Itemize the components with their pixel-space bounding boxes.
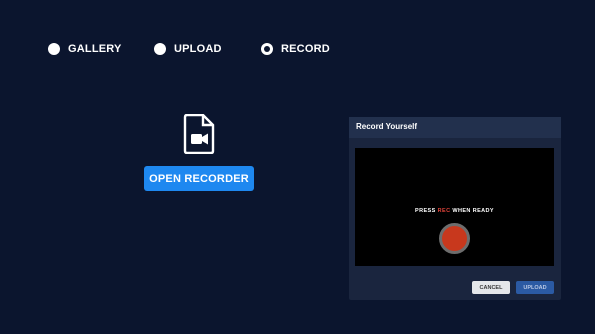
radio-upload-indicator[interactable] <box>154 43 166 55</box>
panel-title: Record Yourself <box>349 117 561 138</box>
video-file-icon <box>183 114 215 154</box>
radio-record[interactable]: RECORD <box>261 43 330 55</box>
radio-upload-label[interactable]: UPLOAD <box>174 43 222 55</box>
radio-upload[interactable]: UPLOAD <box>154 43 222 55</box>
radio-record-label[interactable]: RECORD <box>281 43 330 55</box>
open-recorder-button[interactable]: OPEN RECORDER <box>144 166 254 191</box>
camera-preview: PRESS REC WHEN READY <box>355 148 554 266</box>
source-radio-group: GALLERY UPLOAD RECORD <box>0 43 595 57</box>
radio-gallery-label[interactable]: GALLERY <box>68 43 122 55</box>
radio-gallery-indicator[interactable] <box>48 43 60 55</box>
cancel-button[interactable]: CANCEL <box>472 281 510 294</box>
record-yourself-panel: Record Yourself PRESS REC WHEN READY CAN… <box>349 117 561 300</box>
radio-record-indicator[interactable] <box>261 43 273 55</box>
instruction-prefix: PRESS <box>415 208 436 214</box>
instruction-suffix: WHEN READY <box>452 208 494 214</box>
radio-gallery[interactable]: GALLERY <box>48 43 122 55</box>
record-button[interactable] <box>439 223 470 254</box>
record-instruction: PRESS REC WHEN READY <box>355 208 554 214</box>
instruction-rec-word: REC <box>437 208 451 214</box>
upload-button[interactable]: UPLOAD <box>516 281 554 294</box>
